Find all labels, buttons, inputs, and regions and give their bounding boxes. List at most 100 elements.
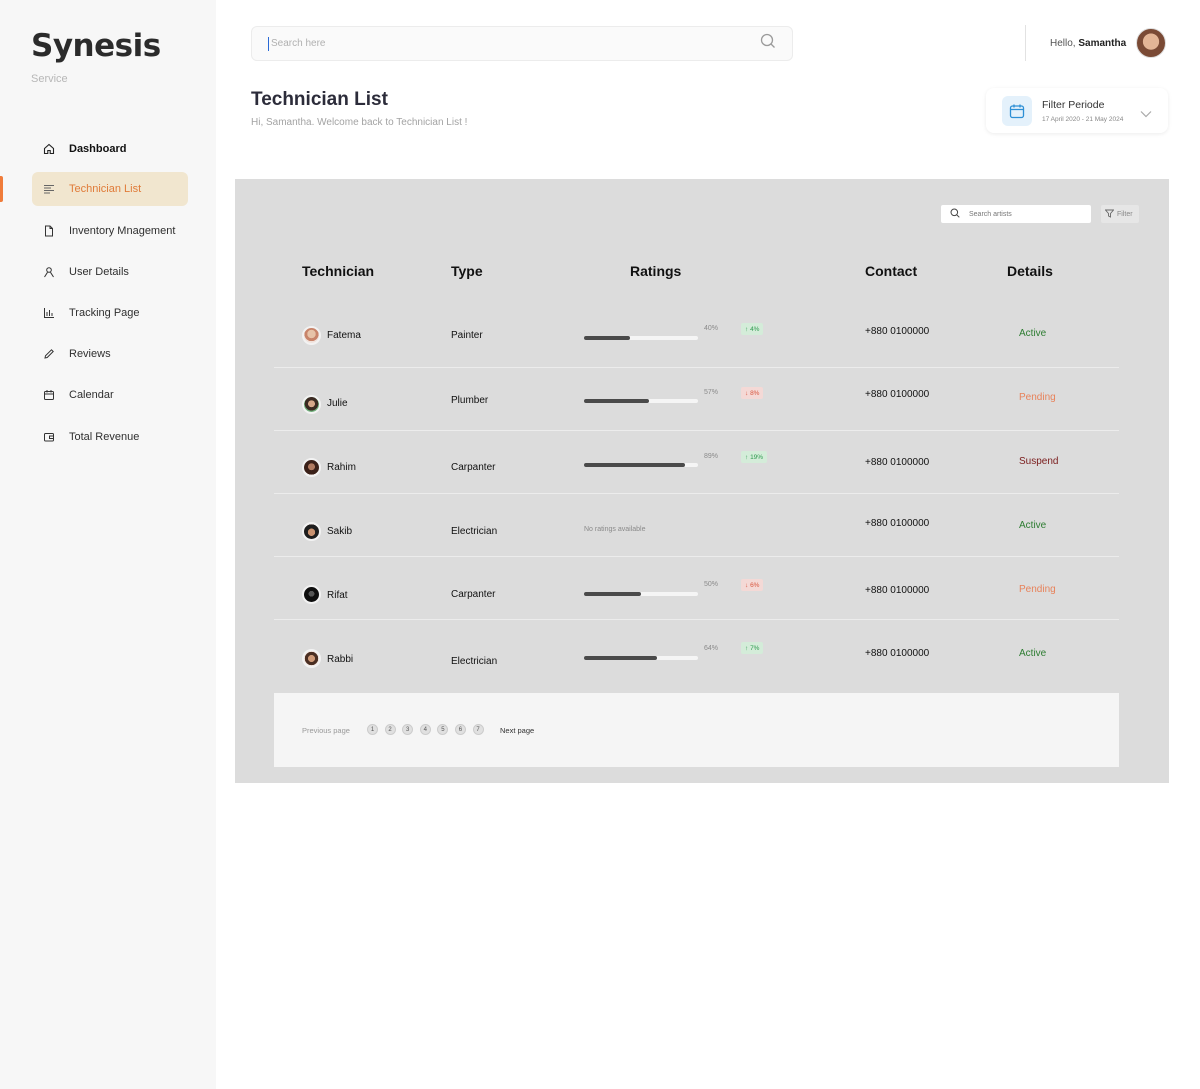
column-header-ratings: Ratings [630,263,682,279]
active-nav-marker [0,176,3,202]
technician-avatar [302,585,321,604]
technician-avatar [302,649,321,668]
page-button[interactable]: 1 [367,724,378,735]
sidebar-item-label: Calendar [69,389,114,401]
table-search-input[interactable]: Search artists [941,205,1091,223]
list-icon [42,182,56,196]
search-icon[interactable] [760,33,776,54]
technician-avatar [302,395,321,414]
rating-change-value: 6% [750,581,760,589]
technician-contact: +880 0100000 [865,457,930,468]
wallet-icon [42,430,56,444]
sidebar-item-technician-list[interactable]: Technician List [32,172,188,206]
rating-bar [584,336,698,340]
greeting-text: Hello, [1050,38,1076,49]
table-row[interactable]: Rifat Carpanter 50% ↓ 6% +880 0100000 Pe… [274,557,1119,620]
table-row[interactable]: Sakib Electrician No ratings available +… [274,494,1119,557]
rating-change-value: 7% [750,644,760,652]
sidebar-item-dashboard[interactable]: Dashboard [32,132,188,166]
filter-title: Filter Periode [1042,98,1105,111]
technician-name: Rabbi [327,654,354,665]
calendar-icon [1002,95,1032,126]
sidebar-item-label: Dashboard [69,143,127,155]
technician-avatar [302,458,321,477]
sidebar-item-label: User Details [69,266,129,278]
rating-percent: 40% [704,325,719,332]
sidebar-item-label: Total Revenue [69,431,140,443]
rating-change-badge: ↑ 4% [741,323,764,335]
technician-type: Carpanter [451,589,496,600]
chevron-down-icon [1140,105,1152,123]
technician-type: Carpanter [451,462,496,473]
rating-bar [584,656,698,660]
status-badge: Pending [1019,584,1056,595]
technician-avatar [302,522,321,541]
rating-bar [584,463,698,467]
table-search-placeholder: Search artists [969,210,1012,218]
rating-bar-fill [584,592,641,596]
search-icon [950,208,960,220]
sidebar-item-calendar[interactable]: Calendar [32,378,188,412]
technician-contact: +880 0100000 [865,585,930,596]
previous-page-button[interactable]: Previous page [302,726,350,735]
user-avatar[interactable] [1136,28,1166,58]
column-header-details: Details [1007,263,1053,279]
sidebar-item-label: Inventory Mnagement [69,225,176,237]
bar-chart-icon [42,306,56,320]
technician-contact: +880 0100000 [865,648,930,659]
table-row[interactable]: Julie Plumber 57% ↓ 8% +880 0100000 Pend… [274,368,1119,431]
page-button[interactable]: 6 [454,724,466,735]
rating-bar-fill [584,656,657,660]
technician-type: Plumber [451,395,489,406]
page-button[interactable]: 3 [402,724,414,735]
technician-type: Electrician [451,656,498,667]
page-title: Technician List [251,89,388,110]
sidebar-item-user-details[interactable]: User Details [32,255,188,289]
technician-type: Painter [451,330,483,341]
brand-logo: Synesis [31,28,161,64]
table-filter-button[interactable]: Filter [1101,205,1139,223]
sidebar-item-label: Technician List [69,183,142,195]
filter-date-range: 17 April 2020 - 21 May 2024 [1042,115,1124,123]
filter-icon [1104,209,1115,220]
rating-change-badge: ↓ 6% [741,579,764,591]
page-button[interactable]: 4 [419,724,431,735]
table-row[interactable]: Rabbi Electrician 64% ↑ 7% +880 0100000 … [274,620,1119,683]
status-badge: Pending [1019,392,1056,403]
rating-bar-fill [584,399,649,403]
pencil-icon [42,347,56,361]
table-row[interactable]: Fatema Painter 40% ↑ 4% +880 0100000 Act… [274,305,1119,368]
filter-period-dropdown[interactable]: Filter Periode 17 April 2020 - 21 May 20… [986,88,1168,133]
search-input[interactable]: Search here [251,26,793,61]
user-name: Samantha [1078,38,1127,49]
rating-change-badge: ↓ 8% [741,387,764,399]
column-header-technician: Technician [302,263,375,279]
sidebar-item-reviews[interactable]: Reviews [32,337,188,371]
rating-percent: 50% [704,581,719,588]
calendar-icon [42,388,56,402]
page-button[interactable]: 2 [384,724,396,735]
rating-bar-fill [584,463,686,467]
page-subtitle: Hi, Samantha. Welcome back to Technician… [251,117,468,128]
technician-name: Rifat [327,590,348,601]
technician-contact: +880 0100000 [865,326,930,337]
sidebar-item-total-revenue[interactable]: Total Revenue [32,420,188,454]
sidebar-item-inventory[interactable]: Inventory Mnagement [32,214,188,248]
user-icon [42,265,56,279]
rating-change-value: 4% [750,325,760,333]
sidebar-item-tracking[interactable]: Tracking Page [32,296,188,330]
column-header-type: Type [451,263,483,279]
search-placeholder: Search here [271,38,326,49]
pagination: Previous page 1 2 3 4 5 6 7 Next page [274,693,1119,767]
rating-percent: 89% [704,453,719,460]
table-row[interactable]: Rahim Carpanter 89% ↑ 19% +880 0100000 S… [274,431,1119,494]
rating-percent: 64% [704,645,719,652]
technician-avatar [302,326,321,345]
sidebar-item-label: Reviews [69,348,111,360]
header-divider [1025,25,1026,61]
filter-label: Filter [1117,210,1133,218]
status-badge: Active [1019,328,1047,339]
next-page-button[interactable]: Next page [500,726,534,735]
page-button[interactable]: 7 [472,724,484,735]
page-button[interactable]: 5 [437,724,449,735]
